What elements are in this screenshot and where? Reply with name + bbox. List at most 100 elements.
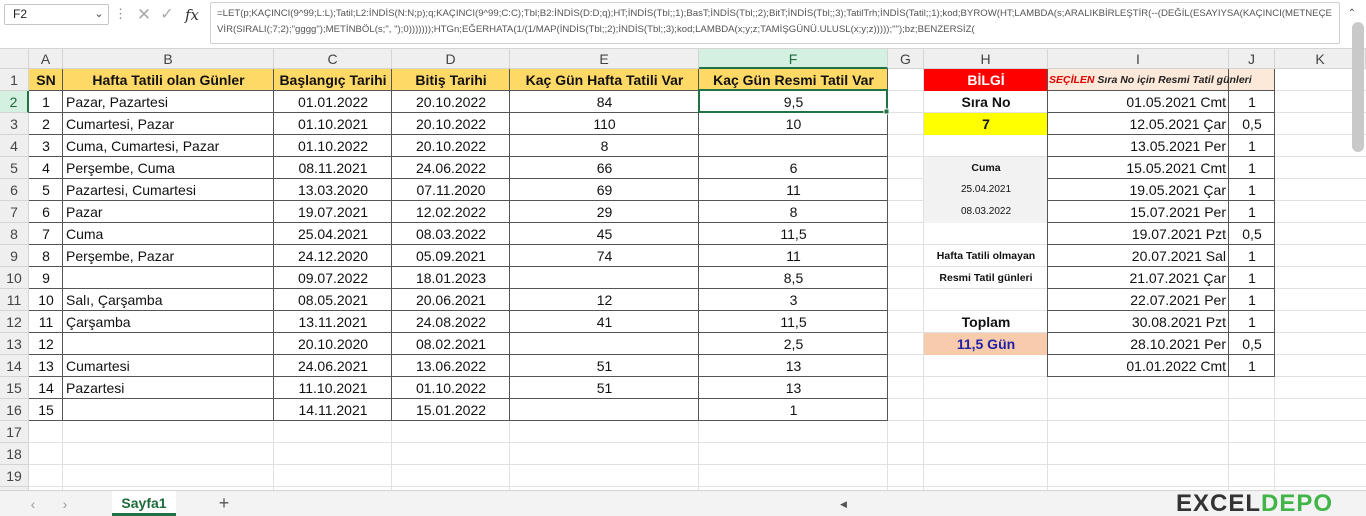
insert-function-button[interactable]: fx [180, 4, 204, 26]
table-cell[interactable]: 07.11.2020 [392, 179, 510, 201]
table-cell[interactable]: 14 [29, 377, 63, 399]
holiday-date-cell[interactable]: 13.05.2021 Per [1048, 135, 1229, 157]
table-cell[interactable]: 2,5 [699, 333, 888, 355]
scroll-left-icon[interactable]: ◀ [840, 497, 852, 511]
table-cell[interactable]: 9,5 [699, 91, 888, 113]
info-title[interactable]: BİLGİ [924, 69, 1048, 91]
table-cell[interactable]: 20.10.2020 [274, 333, 392, 355]
holiday-value-cell[interactable]: 1 [1229, 157, 1275, 179]
info-end-date[interactable]: 08.03.2022 [924, 201, 1048, 223]
close-icon[interactable]: ✕ [134, 5, 154, 25]
table-cell[interactable]: 13 [699, 377, 888, 399]
column-header-e[interactable]: E [510, 49, 699, 69]
row-header-1[interactable]: 1 [0, 69, 29, 91]
chevron-left-icon[interactable]: ‹ [24, 494, 42, 514]
holiday-value-cell[interactable]: 1 [1229, 179, 1275, 201]
table-cell[interactable]: 1 [29, 91, 63, 113]
table-cell[interactable]: 18.01.2023 [392, 267, 510, 289]
table-cell[interactable] [63, 333, 274, 355]
table-cell[interactable]: 10 [699, 113, 888, 135]
sira-no-value[interactable]: 7 [924, 113, 1048, 135]
table-cell[interactable]: 5 [29, 179, 63, 201]
holiday-value-cell[interactable]: 1 [1229, 135, 1275, 157]
holiday-value-cell[interactable]: 0,5 [1229, 333, 1275, 355]
column-header-c[interactable]: C [274, 49, 392, 69]
table-cell[interactable]: 09.07.2022 [274, 267, 392, 289]
table-cell[interactable]: 10 [29, 289, 63, 311]
table-cell[interactable]: 24.06.2021 [274, 355, 392, 377]
column-header-d[interactable]: D [392, 49, 510, 69]
info-note-line[interactable]: Hafta Tatili olmayan [924, 245, 1048, 267]
table-cell[interactable]: 6 [699, 157, 888, 179]
table-cell[interactable]: 13 [699, 355, 888, 377]
holiday-date-cell[interactable]: 15.05.2021 Cmt [1048, 157, 1229, 179]
table-cell[interactable]: 12 [29, 333, 63, 355]
table-cell[interactable]: 84 [510, 91, 699, 113]
table-cell[interactable]: 3 [29, 135, 63, 157]
total-label[interactable]: Toplam [924, 311, 1048, 333]
holiday-date-cell[interactable]: 20.07.2021 Sal [1048, 245, 1229, 267]
holiday-date-cell[interactable]: 21.07.2021 Çar [1048, 267, 1229, 289]
table-cell[interactable] [510, 267, 699, 289]
holiday-list-header[interactable]: SEÇİLEN Sıra No için Resmi Tatil günleri [1048, 69, 1275, 91]
info-day[interactable]: Cuma [924, 157, 1048, 179]
table-cell[interactable] [699, 135, 888, 157]
holiday-value-cell[interactable]: 1 [1229, 289, 1275, 311]
table-cell[interactable]: 45 [510, 223, 699, 245]
table-cell[interactable]: 9 [29, 267, 63, 289]
table-cell[interactable]: 13.03.2020 [274, 179, 392, 201]
table-cell[interactable]: 8,5 [699, 267, 888, 289]
holiday-date-cell[interactable]: 01.01.2022 Cmt [1048, 355, 1229, 377]
table-cell[interactable]: Cuma [63, 223, 274, 245]
table-cell[interactable] [63, 267, 274, 289]
table-cell[interactable]: Salı, Çarşamba [63, 289, 274, 311]
table-cell[interactable]: 11,5 [699, 223, 888, 245]
table-cell[interactable] [510, 333, 699, 355]
row-header-16[interactable]: 16 [0, 399, 29, 421]
table-cell[interactable]: 24.12.2020 [274, 245, 392, 267]
column-header-i[interactable]: I [1048, 49, 1229, 69]
total-value[interactable]: 11,5 Gün [924, 333, 1048, 355]
table-header-cell[interactable]: Kaç Gün Hafta Tatili Var [510, 69, 699, 91]
row-header-7[interactable]: 7 [0, 201, 29, 223]
add-sheet-button[interactable]: + [214, 493, 234, 513]
table-cell[interactable]: 24.06.2022 [392, 157, 510, 179]
table-cell[interactable]: 11 [699, 245, 888, 267]
table-header-cell[interactable]: SN [29, 69, 63, 91]
column-header-f[interactable]: F [699, 49, 888, 69]
holiday-value-cell[interactable]: 1 [1229, 267, 1275, 289]
table-cell[interactable]: 08.03.2022 [392, 223, 510, 245]
row-header-15[interactable]: 15 [0, 377, 29, 399]
more-options-icon[interactable]: ⋮ [114, 7, 127, 21]
table-cell[interactable]: 20.06.2021 [392, 289, 510, 311]
row-header-4[interactable]: 4 [0, 135, 29, 157]
table-cell[interactable]: 19.07.2021 [274, 201, 392, 223]
holiday-date-cell[interactable]: 19.05.2021 Çar [1048, 179, 1229, 201]
table-header-cell[interactable]: Bitiş Tarihi [392, 69, 510, 91]
table-cell[interactable]: 51 [510, 355, 699, 377]
table-cell[interactable] [510, 399, 699, 421]
table-cell[interactable]: Perşembe, Pazar [63, 245, 274, 267]
table-cell[interactable]: 3 [699, 289, 888, 311]
table-cell[interactable]: 8 [510, 135, 699, 157]
table-cell[interactable]: 74 [510, 245, 699, 267]
table-header-cell[interactable]: Hafta Tatili olan Günler [63, 69, 274, 91]
holiday-value-cell[interactable]: 0,5 [1229, 223, 1275, 245]
spreadsheet-grid[interactable]: A B C D E F G H I J K 1 2 3 4 5 6 7 8 9 10 11 12 13 14 15 16 17 18 19… [0, 49, 1366, 490]
table-cell[interactable]: 20.10.2022 [392, 113, 510, 135]
sheet-tab-active[interactable]: Sayfa1 [112, 491, 176, 516]
holiday-date-cell[interactable]: 15.07.2021 Per [1048, 201, 1229, 223]
table-cell[interactable]: 08.11.2021 [274, 157, 392, 179]
holiday-value-cell[interactable]: 1 [1229, 201, 1275, 223]
row-header-6[interactable]: 6 [0, 179, 29, 201]
column-header-b[interactable]: B [63, 49, 274, 69]
holiday-value-cell[interactable]: 1 [1229, 245, 1275, 267]
table-cell[interactable]: 110 [510, 113, 699, 135]
table-cell[interactable]: 8 [699, 201, 888, 223]
sira-no-label[interactable]: Sıra No [924, 91, 1048, 113]
holiday-value-cell[interactable]: 1 [1229, 311, 1275, 333]
table-cell[interactable]: Pazar, Pazartesi [63, 91, 274, 113]
table-cell[interactable]: 20.10.2022 [392, 91, 510, 113]
table-cell[interactable]: 14.11.2021 [274, 399, 392, 421]
holiday-date-cell[interactable]: 12.05.2021 Çar [1048, 113, 1229, 135]
